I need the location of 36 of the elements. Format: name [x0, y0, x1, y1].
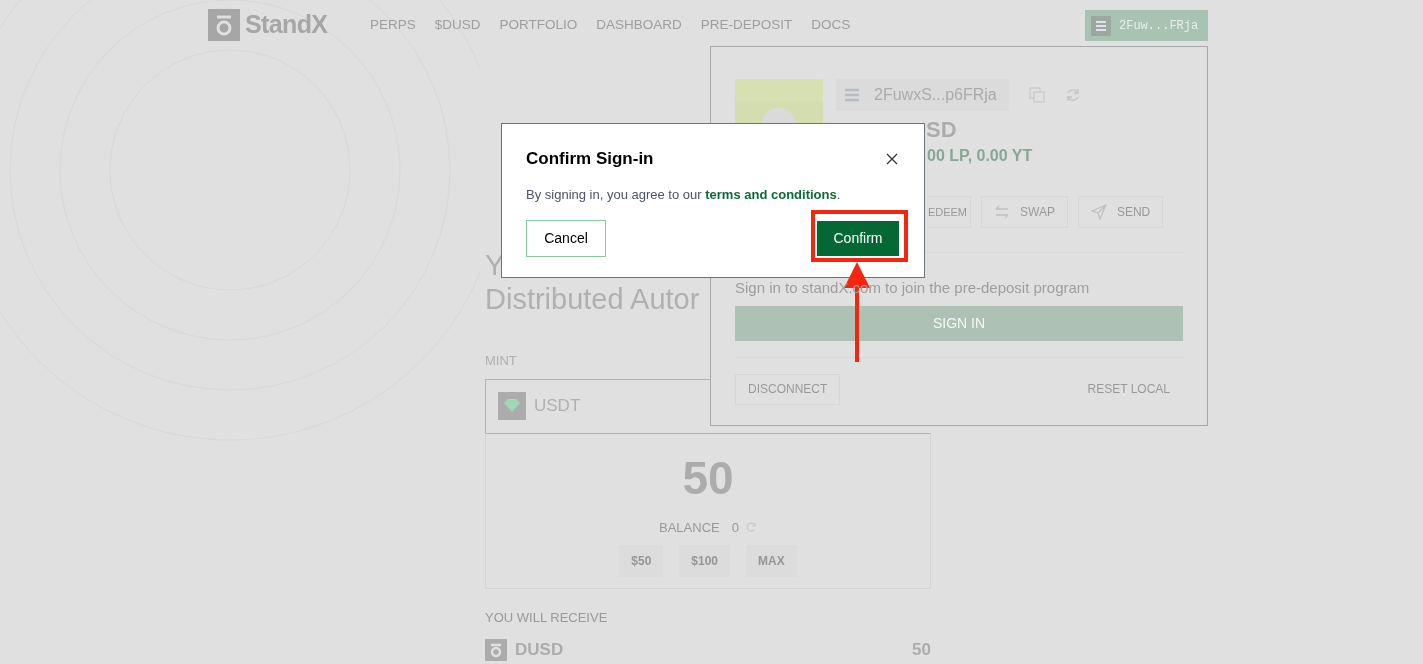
action-button[interactable]: SWAP [981, 196, 1068, 228]
quick-amount-button[interactable]: $50 [619, 545, 664, 577]
action-button[interactable]: SEND [1077, 196, 1164, 228]
action-button[interactable]: EDEEM [927, 196, 971, 228]
section-label: YOU WILL RECEIVE [485, 608, 609, 627]
holdings-text: 00 LP, 0.00 YT [927, 146, 1033, 166]
balance-value: 0 [731, 518, 739, 537]
disconnect-button[interactable]: DISCONNECT [735, 373, 841, 405]
dusd-icon [485, 638, 507, 661]
refresh-icon[interactable] [744, 521, 757, 534]
send-icon [1090, 204, 1107, 220]
close-icon[interactable] [886, 152, 898, 165]
terms-link[interactable]: terms and conditions [705, 186, 837, 202]
logo-icon [208, 9, 240, 41]
tether-icon [498, 392, 526, 420]
wallet-button[interactable]: 2Fuw...FRja [1085, 10, 1208, 41]
dialog-title: Confirm Sign-in [526, 148, 654, 170]
nav-link[interactable]: $DUSD [434, 14, 481, 36]
solana-icon [1091, 15, 1111, 36]
nav-link[interactable]: DASHBOARD [596, 14, 682, 36]
nav-link[interactable]: PERPS [370, 14, 416, 36]
swap-icon [994, 205, 1010, 219]
nav-link[interactable]: PORTFOLIO [499, 14, 578, 36]
logo-text: StandX [245, 9, 328, 41]
balance-label: BALANCE [659, 518, 720, 537]
confirm-button[interactable]: Confirm [816, 220, 900, 257]
reset-local-button[interactable]: RESET LOCAL [1087, 380, 1170, 398]
refresh-icon[interactable] [1064, 87, 1081, 103]
nav-link[interactable]: DOCS [811, 14, 851, 36]
dialog-message: By signing in, you agree to our terms and conditions. [526, 185, 842, 204]
nav-link[interactable]: PRE-DEPOSIT [700, 14, 793, 36]
solana-icon [844, 88, 860, 102]
quick-amount-button[interactable]: $100 [679, 545, 731, 577]
quick-amount-button[interactable]: MAX [746, 545, 797, 577]
sign-in-button[interactable]: SIGN IN [735, 305, 1183, 341]
cancel-button[interactable]: Cancel [526, 220, 606, 257]
